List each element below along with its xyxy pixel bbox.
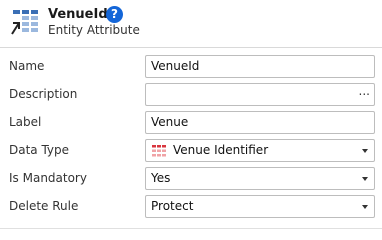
entity-identifier-icon — [152, 145, 166, 157]
delete-rule-select[interactable]: Protect — [145, 195, 375, 218]
delete-rule-value: Protect — [151, 199, 194, 213]
name-input[interactable]: VenueId — [145, 55, 375, 78]
help-icon[interactable]: ? — [106, 6, 123, 23]
chevron-down-icon — [362, 149, 368, 153]
property-label: Data Type — [9, 143, 70, 157]
property-label: Label — [9, 115, 42, 129]
label-value: Venue — [151, 115, 189, 129]
header-divider — [0, 47, 382, 48]
property-row-description: Description ... — [0, 81, 382, 109]
is-mandatory-select[interactable]: Yes — [145, 167, 375, 190]
label-input[interactable]: Venue — [145, 111, 375, 134]
element-type-subtitle: Entity Attribute — [48, 23, 140, 37]
entity-attribute-icon — [11, 10, 38, 35]
property-label: Delete Rule — [9, 199, 79, 213]
description-expand-button[interactable]: ... — [359, 81, 370, 102]
is-mandatory-value: Yes — [151, 171, 171, 185]
chevron-down-icon — [362, 177, 368, 181]
data-type-value: Venue Identifier — [173, 143, 269, 157]
description-input[interactable]: ... — [145, 83, 375, 106]
panel-bottom-divider — [0, 228, 382, 229]
property-row-data-type: Data Type Venue Identifier — [0, 137, 382, 165]
property-row-is-mandatory: Is Mandatory Yes — [0, 165, 382, 193]
property-row-name: Name VenueId — [0, 53, 382, 81]
name-value: VenueId — [151, 59, 200, 73]
property-label: Is Mandatory — [9, 171, 87, 185]
page-title: VenueId — [48, 7, 108, 22]
property-row-label: Label Venue — [0, 109, 382, 137]
property-label: Name — [9, 59, 45, 73]
data-type-select[interactable]: Venue Identifier — [145, 139, 375, 162]
property-label: Description — [9, 87, 78, 101]
property-row-delete-rule: Delete Rule Protect — [0, 193, 382, 221]
chevron-down-icon — [362, 205, 368, 209]
properties-header: VenueId ? Entity Attribute — [0, 0, 382, 46]
